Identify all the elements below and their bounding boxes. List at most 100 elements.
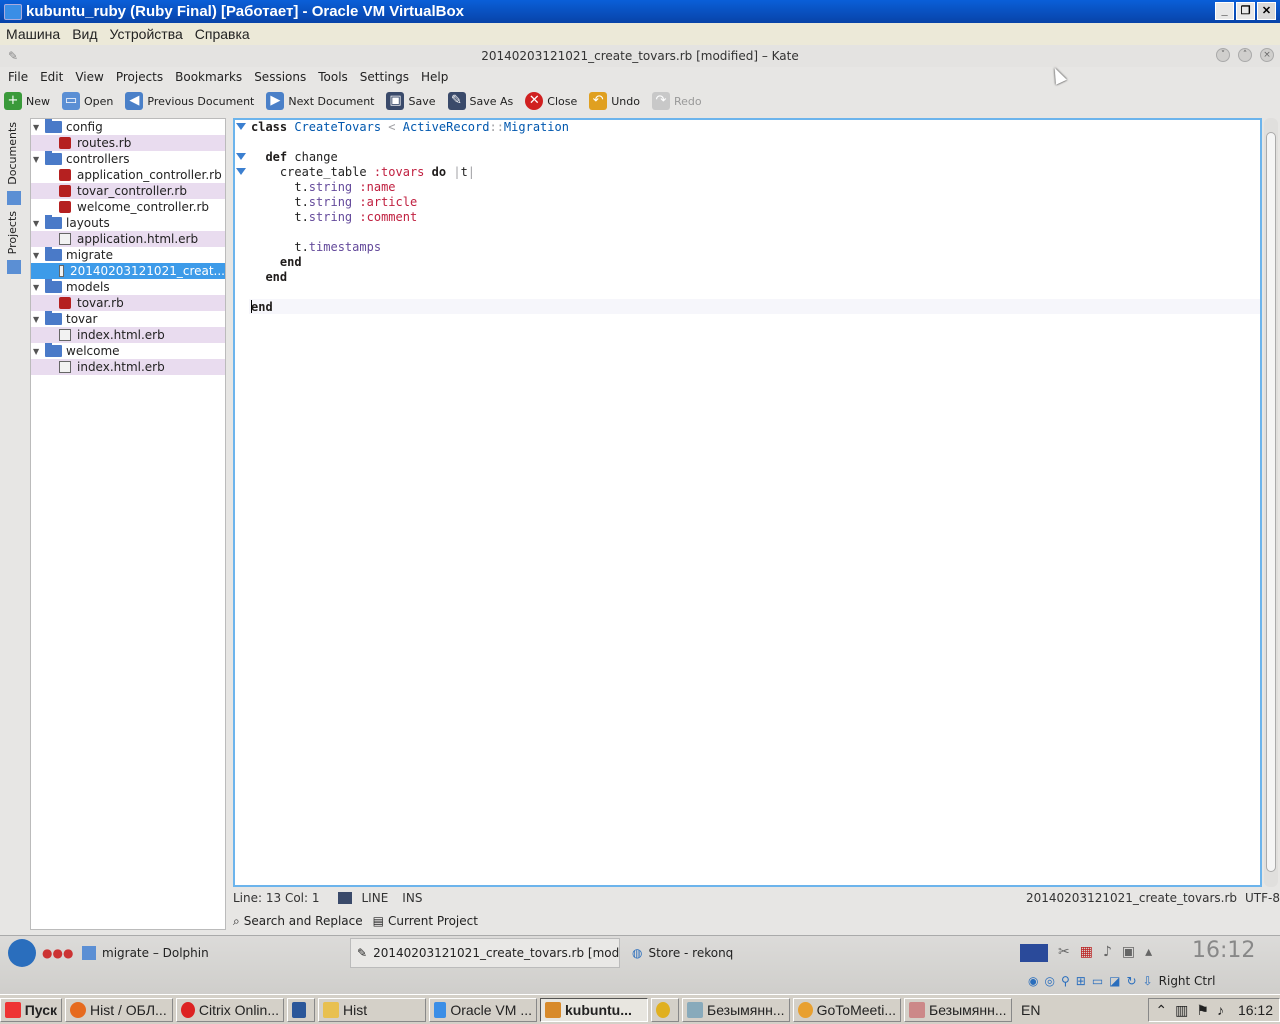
scrollbar-thumb[interactable] (1266, 132, 1276, 872)
cd-icon[interactable]: ◎ (1044, 974, 1054, 988)
fold-marker-icon[interactable] (236, 168, 246, 175)
expand-arrow-icon[interactable]: ▼ (33, 123, 45, 132)
taskbar-item[interactable]: Citrix Onlin... (176, 997, 284, 1022)
expand-arrow-icon[interactable]: ▼ (33, 155, 45, 164)
minimize-button[interactable]: _ (1215, 2, 1234, 20)
kde-menu-button[interactable]: ●●● (2, 938, 79, 968)
menu-bookmarks[interactable]: Bookmarks (169, 70, 248, 84)
language-indicator[interactable]: EN (1021, 1002, 1040, 1018)
usb-icon[interactable]: ⚲ (1061, 974, 1070, 988)
kde-clock[interactable]: 16:12 (1192, 938, 1255, 963)
tree-folder[interactable]: ▼ layouts (31, 215, 225, 231)
menu-tools[interactable]: Tools (312, 70, 354, 84)
tree-folder[interactable]: ▼ controllers (31, 151, 225, 167)
open-button[interactable]: ▭ Open (62, 92, 113, 110)
taskbar-item[interactable]: Oracle VM ... (429, 997, 537, 1022)
menu-help[interactable]: Help (415, 70, 454, 84)
tree-folder[interactable]: ▼ config (31, 119, 225, 135)
save-button[interactable]: ▣ Save (386, 92, 436, 110)
menu-help[interactable]: Справка (189, 26, 256, 42)
menu-file[interactable]: File (2, 70, 34, 84)
close-icon[interactable]: × (1260, 48, 1274, 62)
save-as-button[interactable]: ✎ Save As (447, 92, 513, 110)
tree-file[interactable]: 20140203121021_creat... (31, 263, 225, 279)
network-icon[interactable]: ▥ (1175, 1002, 1188, 1019)
start-button[interactable]: Пуск (0, 997, 62, 1022)
close-button[interactable]: ✕ (1257, 2, 1276, 20)
expand-arrow-icon[interactable]: ▼ (33, 219, 45, 228)
fold-marker-icon[interactable] (236, 123, 246, 130)
tree-file[interactable]: welcome_controller.rb (31, 199, 225, 215)
insert-mode[interactable]: INS (402, 891, 422, 905)
taskbar-item[interactable]: Безымянн... (904, 997, 1012, 1022)
vertical-scrollbar[interactable] (1264, 118, 1278, 887)
taskbar-item[interactable]: GoToMeeti... (793, 997, 901, 1022)
current-project-tab[interactable]: Current Project (388, 914, 478, 928)
menu-projects[interactable]: Projects (110, 70, 169, 84)
menu-view[interactable]: View (69, 70, 109, 84)
maximize-button[interactable]: ❐ (1236, 2, 1255, 20)
tree-file[interactable]: routes.rb (31, 135, 225, 151)
klipper-icon[interactable]: ✂ (1058, 944, 1070, 960)
task-rekonq[interactable]: ◍ Store - rekonq (626, 938, 739, 968)
shared-folders-icon[interactable]: ▭ (1092, 974, 1103, 988)
tree-folder[interactable]: ▼ models (31, 279, 225, 295)
previous-document-button[interactable]: ◀ Previous Document (125, 92, 254, 110)
tree-folder[interactable]: ▼ welcome (31, 343, 225, 359)
menu-view[interactable]: Вид (66, 26, 103, 42)
menu-settings[interactable]: Settings (354, 70, 415, 84)
project-tree[interactable]: ▼ config routes.rb ▼ controllers application_… (30, 118, 226, 930)
task-dolphin[interactable]: migrate – Dolphin (76, 938, 215, 968)
taskbar-item[interactable]: Безымянн... (682, 997, 790, 1022)
tree-file[interactable]: index.html.erb (31, 327, 225, 343)
tree-file[interactable]: index.html.erb (31, 359, 225, 375)
network-icon[interactable]: ▣ (1122, 944, 1135, 960)
flag-icon[interactable]: ⚑ (1196, 1002, 1209, 1019)
menu-devices[interactable]: Устройства (104, 26, 189, 42)
tree-folder[interactable]: ▼ migrate (31, 247, 225, 263)
hdd-icon[interactable]: ◉ (1028, 974, 1038, 988)
expand-arrow-icon[interactable]: ▼ (33, 283, 45, 292)
next-document-button[interactable]: ▶ Next Document (266, 92, 374, 110)
host-key-icon[interactable]: ⇩ (1143, 974, 1153, 988)
net-adapter-icon[interactable]: ⊞ (1076, 974, 1086, 988)
menu-sessions[interactable]: Sessions (248, 70, 312, 84)
undo-button[interactable]: ↶ Undo (589, 92, 640, 110)
flag-icon[interactable]: ▦ (1080, 944, 1093, 960)
kate-titlebar[interactable]: ✎ 20140203121021_create_tovars.rb [modif… (0, 45, 1280, 67)
expand-arrow-icon[interactable]: ▼ (33, 347, 45, 356)
minimize-icon[interactable]: ˅ (1216, 48, 1230, 62)
close-button[interactable]: ✕ Close (525, 92, 577, 110)
taskbar-clock[interactable]: 16:12 (1238, 1002, 1273, 1018)
expand-arrow-icon[interactable]: ▼ (33, 251, 45, 260)
taskbar-item-active[interactable]: kubuntu... (540, 997, 648, 1022)
menu-machine[interactable]: Машина (0, 26, 66, 42)
selection-mode[interactable]: LINE (362, 891, 389, 905)
new-button[interactable]: + New (4, 92, 50, 110)
tree-file[interactable]: tovar.rb (31, 295, 225, 311)
taskbar-item[interactable] (651, 997, 679, 1022)
fold-gutter[interactable] (233, 120, 249, 885)
tree-file[interactable]: application.html.erb (31, 231, 225, 247)
tab-projects[interactable]: Projects (4, 207, 21, 258)
task-kate[interactable]: ✎ 20140203121021_create_tovars.rb [modif… (350, 938, 620, 968)
tree-file[interactable]: application_controller.rb (31, 167, 225, 183)
menu-edit[interactable]: Edit (34, 70, 69, 84)
encoding[interactable]: UTF-8 (1245, 891, 1280, 905)
expand-tray-icon[interactable]: ▴ (1145, 944, 1152, 960)
taskbar-item[interactable]: Hist / ОБЛ... (65, 997, 173, 1022)
volume-icon[interactable]: ♪ (1103, 944, 1112, 960)
capture-icon[interactable]: ◪ (1109, 974, 1120, 988)
expand-arrow-icon[interactable]: ▼ (33, 315, 45, 324)
taskbar-item[interactable] (287, 997, 315, 1022)
volume-icon[interactable]: ♪ (1217, 1002, 1224, 1018)
tree-file[interactable]: tovar_controller.rb (31, 183, 225, 199)
tree-folder[interactable]: ▼ tovar (31, 311, 225, 327)
mouse-integration-icon[interactable]: ↻ (1127, 974, 1137, 988)
taskbar-item[interactable]: Hist (318, 997, 426, 1022)
virtualbox-titlebar[interactable]: kubuntu_ruby (Ruby Final) [Работает] - O… (0, 0, 1280, 23)
expand-tray-icon[interactable]: ⌃ (1155, 1002, 1167, 1019)
maximize-icon[interactable]: ˄ (1238, 48, 1252, 62)
search-and-replace-tab[interactable]: Search and Replace (244, 914, 363, 928)
redo-button[interactable]: ↷ Redo (651, 92, 702, 110)
